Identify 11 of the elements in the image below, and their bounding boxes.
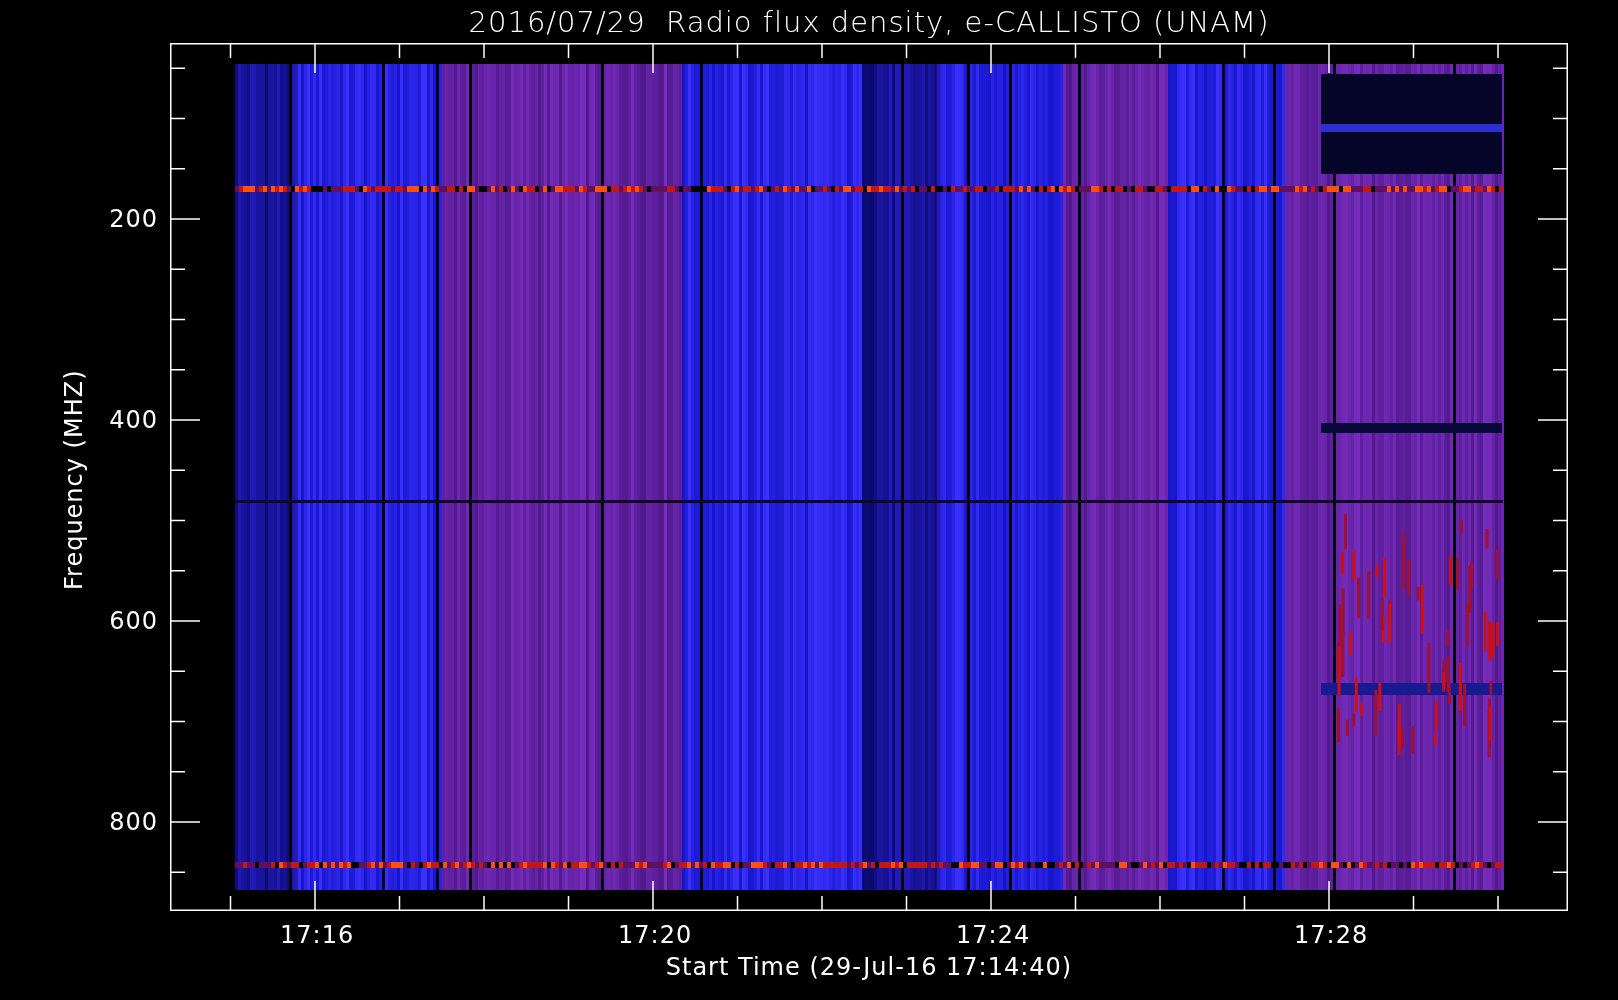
- y-tick-label: 800: [109, 810, 158, 834]
- y-tick-label: 600: [109, 609, 158, 633]
- y-tick-label: 200: [109, 207, 158, 231]
- x-tick-label: 17:20: [618, 923, 693, 947]
- chart-title: 2016/07/29 Radio flux density, e-CALLISTO (UNAM): [467, 3, 1271, 41]
- y-tick-label: 400: [109, 408, 158, 432]
- y-axis-label: Frequency (MHZ): [62, 370, 86, 590]
- x-tick-label: 17:24: [956, 923, 1031, 947]
- x-tick-label: 17:28: [1294, 923, 1369, 947]
- x-tick-label: 17:16: [280, 923, 355, 947]
- x-axis-label: Start Time (29-Jul-16 17:14:40): [665, 953, 1073, 981]
